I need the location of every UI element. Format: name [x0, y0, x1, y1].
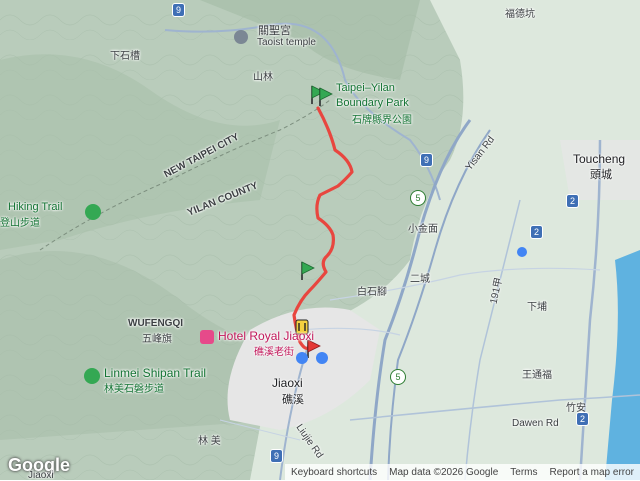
toucheng-station-icon[interactable] — [517, 247, 527, 257]
wang-tong-fu-label: 王通福 — [522, 370, 552, 381]
xiao-jinmian-label: 小金面 — [408, 224, 438, 235]
guansheng-temple-label: 關聖宮 — [258, 25, 291, 37]
keyboard-shortcuts-link[interactable]: Keyboard shortcuts — [285, 467, 383, 478]
map-canvas[interactable] — [0, 0, 640, 480]
temple-icon[interactable] — [234, 30, 248, 44]
hiking-trail-zh-label: 登山步道 — [0, 218, 40, 229]
route-5-shield-b: 5 — [390, 369, 406, 385]
park-name-en-2: Boundary Park — [336, 97, 409, 109]
linmei-trail-icon[interactable] — [84, 368, 100, 384]
taoist-temple-label: Taoist temple — [257, 37, 316, 48]
dawen-rd-label: Dawen Rd — [512, 418, 559, 429]
terms-link[interactable]: Terms — [504, 467, 543, 478]
fude-keng-label: 福德坑 — [505, 9, 535, 20]
report-error-link[interactable]: Report a map error — [544, 467, 640, 478]
map-footer: Keyboard shortcuts Map data ©2026 Google… — [284, 464, 640, 480]
route-2-shield: 2 — [566, 194, 580, 208]
park-name-zh: 石牌縣界公園 — [352, 115, 412, 126]
jiaoxi-old-street-label: 礁溪老街 — [254, 347, 294, 358]
bus-station-icon[interactable] — [316, 352, 328, 364]
hiking-trail-label: Hiking Trail — [8, 201, 63, 213]
jiaoxi-zh-label: 礁溪 — [282, 394, 304, 406]
hiking-trail-icon[interactable] — [85, 204, 101, 220]
route-2a-shield: 2 — [530, 225, 544, 239]
hotel-royal-label: Hotel Royal Jiaoxi — [218, 329, 315, 343]
shanlin-label: 山林 — [253, 72, 273, 83]
jiaoxi-label: Jiaoxi — [272, 376, 303, 390]
route-9-shield-mid: 9 — [420, 153, 434, 167]
train-station-icon[interactable] — [296, 352, 308, 364]
wufengqi-label: WUFENGQI — [128, 318, 183, 329]
route-9-shield-bottom: 9 — [270, 449, 284, 463]
lin-mei-label: 林 美 — [198, 436, 221, 447]
route-5-shield-a: 5 — [410, 190, 426, 206]
xia-shicao-label: 下石槽 — [110, 51, 140, 62]
route-9-shield-top: 9 — [172, 3, 186, 17]
toucheng-zh-label: 頭城 — [590, 169, 612, 181]
toucheng-label: Toucheng — [573, 152, 626, 166]
park-name-en-1: Taipei–Yilan — [336, 82, 395, 94]
xia-pu-label: 下埔 — [527, 302, 547, 313]
linmei-trail-label: Linmei Shipan Trail — [104, 366, 207, 380]
linmei-trail-zh-label: 林美石磐步道 — [104, 384, 164, 395]
bai-shi-jiao-label: 白石腳 — [357, 287, 387, 298]
jiaoxi-bottom-label: Jiaoxi — [28, 470, 54, 481]
hotel-icon[interactable] — [200, 330, 214, 344]
wufengqi-zh-label: 五峰旗 — [142, 334, 172, 345]
route-2c-shield: 2 — [576, 412, 590, 426]
er-cheng-label: 二城 — [410, 274, 430, 285]
map-data-attribution: Map data ©2026 Google — [389, 466, 499, 478]
